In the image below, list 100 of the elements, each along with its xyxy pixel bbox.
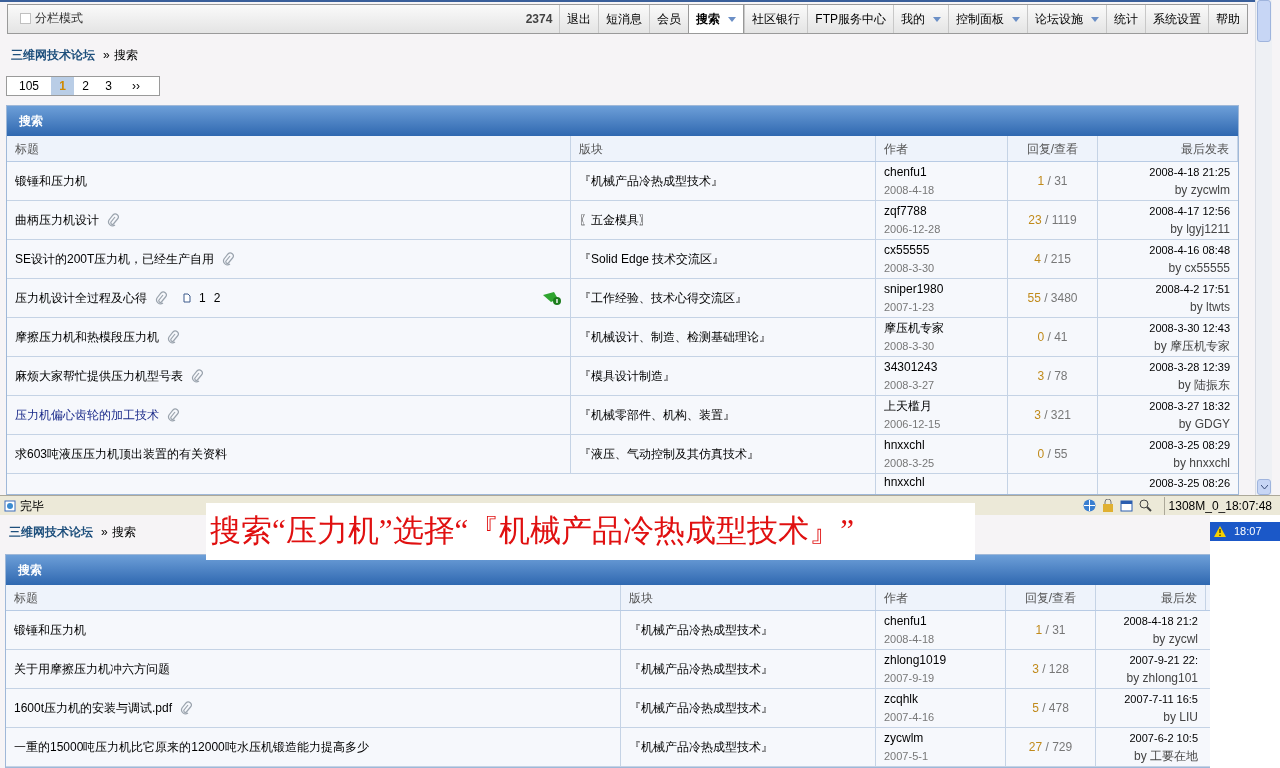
last-poster[interactable]: by 陆振东 bbox=[1178, 376, 1230, 395]
topic-link[interactable]: 锻锤和压力机 bbox=[14, 621, 86, 639]
nav-tab[interactable]: 搜索 bbox=[688, 5, 745, 34]
topic-link[interactable]: 求603吨液压压力机顶出装置的有关资料 bbox=[15, 445, 228, 464]
nav-tab[interactable]: 系统设置 bbox=[1145, 5, 1208, 34]
nav-tab[interactable]: 控制面板 bbox=[948, 5, 1027, 34]
topic-link[interactable]: 摩擦压力机和热模段压力机 bbox=[15, 328, 159, 347]
nav-tab[interactable]: 论坛设施 bbox=[1027, 5, 1106, 34]
author-link[interactable]: zhlong1019 bbox=[884, 651, 947, 669]
author-link[interactable]: cx55555 bbox=[884, 241, 930, 260]
reply-view-count: 1 / 31 bbox=[1035, 622, 1066, 639]
post-date: 2008-3-30 bbox=[884, 339, 935, 355]
last-post-time: 2008-4-17 12:56 bbox=[1149, 204, 1230, 220]
column-header: 版块 bbox=[629, 589, 653, 607]
checkbox[interactable] bbox=[20, 12, 31, 24]
author-link[interactable]: hnxxchl bbox=[884, 475, 925, 490]
last-poster[interactable]: by zycwlm bbox=[1174, 181, 1230, 200]
nav-tab[interactable]: 社区银行 bbox=[744, 5, 808, 34]
breadcrumb-current: 搜索 bbox=[111, 524, 136, 541]
last-poster[interactable]: by hnxxchl bbox=[1173, 454, 1230, 473]
forum-link[interactable]: 『机械零部件、机构、装置』 bbox=[579, 406, 735, 425]
forum-link[interactable]: 『模具设计制造』 bbox=[579, 367, 675, 386]
last-poster[interactable]: by zycwl bbox=[1152, 630, 1198, 648]
forum-link[interactable]: 『机械产品冷热成型技术』 bbox=[629, 660, 773, 678]
topic-link[interactable]: 麻烦大家帮忙提供压力机型号表 bbox=[15, 367, 183, 386]
forum-link[interactable]: 『机械产品冷热成型技术』 bbox=[629, 699, 773, 717]
forum-link[interactable]: 『机械设计、制造、检测基础理论』 bbox=[579, 328, 771, 347]
page-icon bbox=[183, 293, 191, 304]
forum-link[interactable]: 『机械产品冷热成型技术』 bbox=[629, 621, 773, 639]
column-header: 作者 bbox=[884, 589, 908, 607]
last-poster[interactable]: by lgyj1211 bbox=[1170, 220, 1230, 239]
reply-view-count: 3 / 78 bbox=[1037, 368, 1068, 386]
topic-link[interactable]: 曲柄压力机设计 bbox=[15, 211, 99, 230]
topic-link[interactable]: SE设计的200T压力机，已经生产自用 bbox=[15, 250, 215, 269]
author-link[interactable]: zcqhlk bbox=[884, 690, 918, 708]
nav-tab[interactable]: 帮助 bbox=[1208, 5, 1247, 34]
topic-link[interactable]: 一重的15000吨压力机比它原来的12000吨水压机锻造能力提高多少 bbox=[14, 738, 369, 756]
nav-tab[interactable]: 短消息 bbox=[598, 5, 650, 34]
last-poster[interactable]: by 摩压机专家 bbox=[1154, 337, 1230, 356]
last-post-time: 2008-3-25 08:29 bbox=[1149, 438, 1230, 454]
scrollbar[interactable] bbox=[1255, 0, 1272, 496]
last-post-time: 2008-4-16 08:48 bbox=[1149, 243, 1230, 259]
author-link[interactable]: chenfu1 bbox=[884, 163, 927, 182]
forum-link[interactable]: 『机械产品冷热成型技术』 bbox=[629, 738, 773, 756]
forum-link[interactable]: 『工作经验、技术心得交流区』 bbox=[579, 289, 747, 308]
page-link[interactable]: 2 bbox=[74, 77, 98, 96]
author-link[interactable]: 34301243 bbox=[884, 358, 938, 377]
nav-tab[interactable]: 退出 bbox=[559, 5, 599, 34]
author-link[interactable]: sniper1980 bbox=[884, 280, 944, 299]
reply-view-count: 0 / 41 bbox=[1037, 329, 1068, 347]
last-poster[interactable]: by 工要在地 bbox=[1134, 747, 1198, 765]
author-link[interactable]: 摩压机专家 bbox=[884, 319, 944, 338]
post-date: 2006-12-15 bbox=[884, 417, 941, 433]
forum-link[interactable]: 『Solid Edge 技术交流区』 bbox=[579, 250, 725, 269]
caption-banner: 搜索“压力机”选择“『机械产品冷热成型技术』” bbox=[206, 503, 975, 560]
last-post-time: 2008-3-30 12:43 bbox=[1149, 321, 1230, 337]
last-post-time: 2007-7-11 16:5 bbox=[1124, 692, 1198, 707]
scroll-down-button[interactable] bbox=[1257, 479, 1271, 496]
last-poster[interactable]: by cx55555 bbox=[1168, 259, 1230, 278]
last-post-time: 2008-4-18 21:25 bbox=[1149, 165, 1230, 181]
topic-link[interactable]: 1600t压力机的安装与调试.pdf bbox=[14, 699, 173, 717]
total-count: 105 bbox=[18, 78, 41, 96]
post-date: 2007-1-23 bbox=[884, 300, 935, 316]
last-poster[interactable]: by GDGY bbox=[1178, 415, 1230, 434]
topic-link[interactable]: 关于用摩擦压力机冲六方问题 bbox=[14, 660, 170, 678]
last-poster[interactable]: by ltwts bbox=[1190, 298, 1230, 317]
author-link[interactable]: 上天槛月 bbox=[884, 397, 932, 416]
topic-link[interactable]: 压力机设计全过程及心得 bbox=[15, 289, 147, 308]
author-link[interactable]: zqf7788 bbox=[884, 202, 927, 221]
zoom-icon bbox=[1138, 499, 1152, 513]
page-link[interactable]: 1 bbox=[199, 289, 206, 308]
forum-home-link[interactable]: 三维网技术论坛 bbox=[11, 46, 95, 65]
page-link[interactable]: 2 bbox=[213, 289, 221, 308]
post-date: 2008-3-30 bbox=[884, 261, 935, 277]
nav-tab[interactable]: FTP服务中心 bbox=[807, 5, 893, 34]
column-header: 最后发 bbox=[1161, 589, 1197, 607]
nav-tab[interactable]: 统计 bbox=[1106, 5, 1145, 34]
reply-view-count: 3 / 128 bbox=[1032, 661, 1069, 678]
forum-home-link[interactable]: 三维网技术论坛 bbox=[9, 523, 93, 541]
post-date: 2008-3-27 bbox=[884, 378, 935, 394]
last-post-time: 2008-3-28 12:39 bbox=[1149, 360, 1230, 376]
taskbar-clock: 18:07 bbox=[1234, 524, 1262, 540]
page-link[interactable]: 3 bbox=[97, 77, 121, 96]
last-poster[interactable]: by zhlong101 bbox=[1126, 669, 1198, 687]
nav-tab[interactable]: 我的 bbox=[893, 5, 948, 34]
topic-link[interactable]: 锻锤和压力机 bbox=[15, 172, 87, 191]
last-poster[interactable]: by LIU bbox=[1163, 708, 1198, 726]
author-link[interactable]: zycwlm bbox=[884, 729, 924, 747]
forum-link[interactable]: 『液压、气动控制及其仿真技术』 bbox=[579, 445, 759, 464]
author-link[interactable]: hnxxchl bbox=[884, 436, 925, 455]
topic-link[interactable]: 压力机偏心齿轮的加工技术 bbox=[15, 406, 159, 425]
forum-link[interactable]: 〖五金模具〗 bbox=[579, 211, 651, 230]
scrollbar-thumb[interactable] bbox=[1257, 0, 1271, 42]
next-page-link[interactable]: ›› bbox=[120, 77, 153, 96]
author-link[interactable]: chenfu1 bbox=[884, 612, 927, 630]
checkbox-label: 分栏模式 bbox=[35, 10, 83, 28]
post-date: 2008-4-18 bbox=[884, 183, 935, 199]
caret-icon bbox=[1012, 16, 1020, 22]
forum-link[interactable]: 『机械产品冷热成型技术』 bbox=[579, 172, 723, 191]
last-post-time: 2008-4-18 21:2 bbox=[1123, 614, 1198, 629]
